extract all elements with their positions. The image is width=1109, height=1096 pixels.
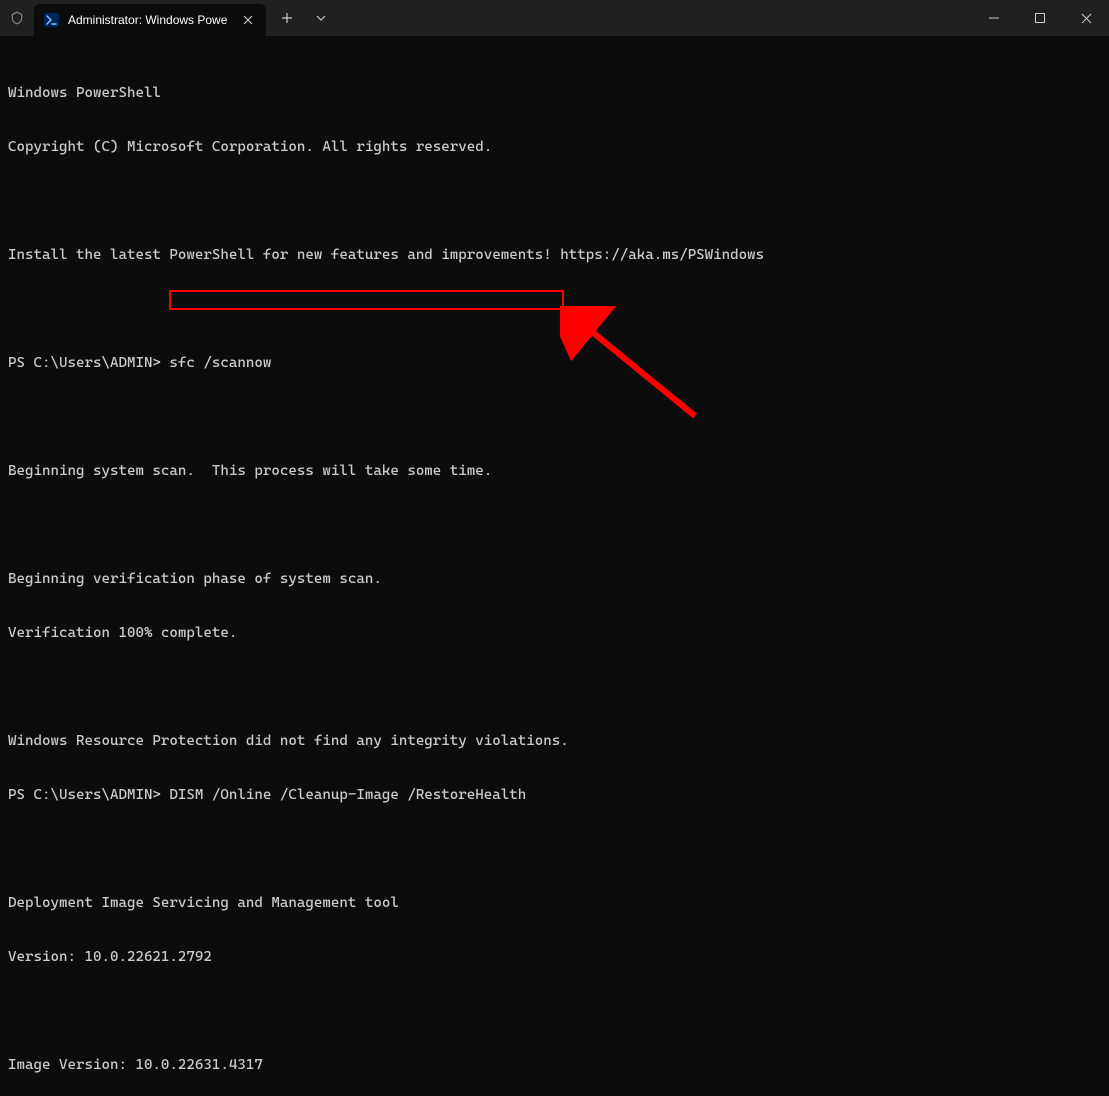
output-line: Verification 100% complete.: [8, 624, 1101, 642]
output-line: Install the latest PowerShell for new fe…: [8, 246, 1101, 264]
tab-toolbar: [266, 0, 338, 36]
powershell-icon: [44, 12, 60, 28]
tab-close-icon[interactable]: [240, 12, 256, 28]
terminal-content[interactable]: Windows PowerShell Copyright (C) Microso…: [0, 36, 1109, 1096]
output-line: Image Version: 10.0.22631.4317: [8, 1056, 1101, 1074]
blank-line: [8, 678, 1101, 696]
blank-line: [8, 300, 1101, 318]
app-shield-icon: [0, 0, 34, 36]
titlebar-drag-region[interactable]: [338, 0, 971, 36]
blank-line: [8, 192, 1101, 210]
title-bar: Administrator: Windows Powe: [0, 0, 1109, 36]
output-line: Beginning verification phase of system s…: [8, 570, 1101, 588]
tab-strip: Administrator: Windows Powe: [34, 0, 266, 36]
output-line: Deployment Image Servicing and Managemen…: [8, 894, 1101, 912]
minimize-button[interactable]: [971, 0, 1017, 36]
new-tab-button[interactable]: [270, 2, 304, 34]
window-controls: [971, 0, 1109, 36]
blank-line: [8, 516, 1101, 534]
maximize-button[interactable]: [1017, 0, 1063, 36]
output-line: Windows Resource Protection did not find…: [8, 732, 1101, 750]
close-button[interactable]: [1063, 0, 1109, 36]
prompt-line: PS C:\Users\ADMIN> DISM /Online /Cleanup…: [8, 786, 1101, 804]
blank-line: [8, 1002, 1101, 1020]
prompt-line: PS C:\Users\ADMIN> sfc /scannow: [8, 354, 1101, 372]
blank-line: [8, 408, 1101, 426]
output-line: Windows PowerShell: [8, 84, 1101, 102]
tab-dropdown-icon[interactable]: [304, 2, 338, 34]
output-line: Beginning system scan. This process will…: [8, 462, 1101, 480]
tab-active[interactable]: Administrator: Windows Powe: [34, 4, 266, 36]
output-line: Version: 10.0.22621.2792: [8, 948, 1101, 966]
blank-line: [8, 840, 1101, 858]
tab-title: Administrator: Windows Powe: [68, 13, 232, 27]
output-line: Copyright (C) Microsoft Corporation. All…: [8, 138, 1101, 156]
